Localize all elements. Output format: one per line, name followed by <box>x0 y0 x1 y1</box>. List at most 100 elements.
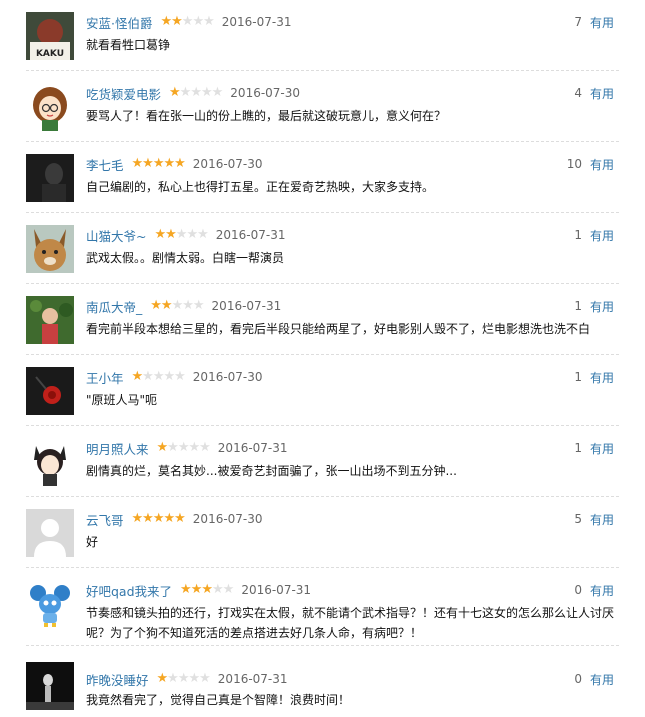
star-icon: ★ <box>199 440 211 455</box>
vote-count: 1 <box>574 299 582 313</box>
useful-button[interactable]: 有用 <box>590 14 614 31</box>
avatar[interactable] <box>26 83 74 131</box>
comment-date: 2016-07-31 <box>217 672 288 686</box>
rating-stars: ★ ★ ★ ★ ★ <box>160 14 214 29</box>
avatar[interactable] <box>26 154 74 202</box>
comment-text: 看完前半段本想给三星的，看完后半段只能给两星了，好电影别人毁不了，烂电影想洗也洗… <box>86 322 591 336</box>
rating-stars: ★ ★ ★ ★ ★ <box>156 440 211 455</box>
vote-box: 1 有用 <box>574 369 614 385</box>
comment-item: 王小年 ★ ★ ★ ★ ★ 2016-07-30 1 有用 "原班人马"呃 <box>0 355 645 426</box>
avatar[interactable] <box>26 438 74 486</box>
useful-button[interactable]: 有用 <box>590 369 614 386</box>
username-link[interactable]: 王小年 <box>86 368 124 387</box>
comment-meta: 明月照人来 ★ ★ ★ ★ ★ 2016-07-31 <box>86 439 288 458</box>
star-icon: ★ <box>156 440 169 455</box>
star-icon: ★ <box>201 582 213 597</box>
star-icon: ★ <box>186 227 198 242</box>
comment-item: 山猫大爷~ ★ ★ ★ ★ ★ 2016-07-31 1 有用 武戏太假。。剧情太弱。白… <box>0 213 645 284</box>
star-icon: ★ <box>181 14 194 29</box>
comment-meta: 王小年 ★ ★ ★ ★ ★ 2016-07-30 <box>86 368 263 387</box>
vote-box: 5 有用 <box>574 511 614 527</box>
useful-button[interactable]: 有用 <box>590 440 614 457</box>
useful-button[interactable]: 有用 <box>590 298 614 315</box>
comment-date: 2016-07-31 <box>241 583 312 597</box>
vote-count: 4 <box>574 86 582 100</box>
username-link[interactable]: 山猫大爷~ <box>86 226 146 245</box>
star-icon: ★ <box>163 511 175 526</box>
star-icon: ★ <box>180 582 192 597</box>
username-link[interactable]: 李七毛 <box>86 155 124 174</box>
rating-stars: ★ ★ ★ ★ ★ <box>169 85 224 100</box>
star-icon: ★ <box>131 369 144 384</box>
avatar[interactable] <box>26 225 74 273</box>
star-icon: ★ <box>169 85 181 100</box>
star-icon: ★ <box>131 156 144 171</box>
comment-meta: 云飞哥 ★ ★ ★ ★ ★ 2016-07-30 <box>86 510 263 529</box>
avatar[interactable] <box>26 296 74 344</box>
username-link[interactable]: 安蓝·怪伯爵 <box>86 13 152 32</box>
useful-button[interactable]: 有用 <box>590 156 614 173</box>
username-link[interactable]: 好吧qad我来了 <box>86 581 172 600</box>
username-link[interactable]: 昨晚没睡好 <box>86 670 149 689</box>
comment-meta: 李七毛 ★ ★ ★ ★ ★ 2016-07-30 <box>86 155 263 174</box>
star-icon: ★ <box>174 511 186 526</box>
comment-date: 2016-07-31 <box>211 299 282 313</box>
star-icon: ★ <box>175 227 188 242</box>
useful-button[interactable]: 有用 <box>590 227 614 244</box>
comment-text: 好 <box>86 535 99 549</box>
star-icon: ★ <box>167 671 179 686</box>
star-icon: ★ <box>171 298 184 313</box>
star-icon: ★ <box>156 671 169 686</box>
comment-date: 2016-07-30 <box>230 86 301 100</box>
star-icon: ★ <box>188 440 200 455</box>
star-icon: ★ <box>171 14 183 29</box>
useful-button[interactable]: 有用 <box>590 582 614 599</box>
useful-button[interactable]: 有用 <box>590 85 614 102</box>
avatar[interactable] <box>26 662 74 710</box>
useful-button[interactable]: 有用 <box>590 511 614 528</box>
vote-count: 7 <box>574 15 582 29</box>
comment-item: 昨晚没睡好 ★ ★ ★ ★ ★ 2016-07-31 0 有用 我竟然看完了，觉得自己真… <box>0 646 645 717</box>
star-icon: ★ <box>177 440 190 455</box>
comment-text: 自己编剧的，私心上也得打五星。正在爱奇艺热映，大家多支持。 <box>86 180 435 194</box>
star-icon: ★ <box>154 227 166 242</box>
username-link[interactable]: 明月照人来 <box>86 439 149 458</box>
username-link[interactable]: 南瓜大帝_ <box>86 297 142 316</box>
avatar[interactable] <box>26 367 74 415</box>
useful-button[interactable]: 有用 <box>590 671 614 688</box>
star-icon: ★ <box>190 582 203 597</box>
star-icon: ★ <box>174 156 186 171</box>
username-link[interactable]: 云飞哥 <box>86 510 124 529</box>
rating-stars: ★ ★ ★ ★ ★ <box>180 582 235 597</box>
comment-text: 节奏感和镜头拍的还行，打戏实在太假，就不能请个武术指导？！还有十七这女的怎么那么… <box>86 606 615 640</box>
star-icon: ★ <box>222 582 235 597</box>
star-icon: ★ <box>152 369 165 384</box>
rating-stars: ★ ★ ★ ★ ★ <box>131 369 186 384</box>
comment-meta: 好吧qad我来了 ★ ★ ★ ★ ★ 2016-07-31 <box>86 581 312 600</box>
svg-text:KAKU: KAKU <box>36 49 64 59</box>
vote-count: 1 <box>574 370 582 384</box>
comment-date: 2016-07-31 <box>221 15 292 29</box>
comment-meta: 吃货颖爱电影 ★ ★ ★ ★ ★ 2016-07-30 <box>86 84 301 103</box>
comment-item: KAKU 安蓝·怪伯爵 ★ ★ ★ ★ ★ 2016-07-31 7 有用 就看看牲口葛… <box>0 0 645 71</box>
star-icon: ★ <box>199 671 211 686</box>
avatar[interactable]: KAKU <box>26 12 74 60</box>
comment-text: "原班人马"呃 <box>86 393 158 407</box>
vote-box: 0 有用 <box>574 671 614 687</box>
vote-box: 10 有用 <box>567 156 614 172</box>
comment-item: 云飞哥 ★ ★ ★ ★ ★ 2016-07-30 5 有用 好 <box>0 497 645 568</box>
avatar[interactable] <box>26 580 74 628</box>
username-link[interactable]: 吃货颖爱电影 <box>86 84 161 103</box>
star-icon: ★ <box>192 298 205 313</box>
comment-item: 李七毛 ★ ★ ★ ★ ★ 2016-07-30 10 有用 自己编剧的，私心上也得打五… <box>0 142 645 213</box>
star-icon: ★ <box>192 14 204 29</box>
comment-text: 就看看牲口葛铮 <box>86 38 171 52</box>
star-icon: ★ <box>197 227 209 242</box>
vote-box: 1 有用 <box>574 227 614 243</box>
star-icon: ★ <box>211 85 224 100</box>
avatar[interactable] <box>26 509 74 557</box>
vote-box: 7 有用 <box>574 14 614 30</box>
comment-item: 明月照人来 ★ ★ ★ ★ ★ 2016-07-31 1 有用 剧情真的烂，莫名其妙..… <box>0 426 645 497</box>
vote-count: 5 <box>574 512 582 526</box>
star-icon: ★ <box>160 298 173 313</box>
